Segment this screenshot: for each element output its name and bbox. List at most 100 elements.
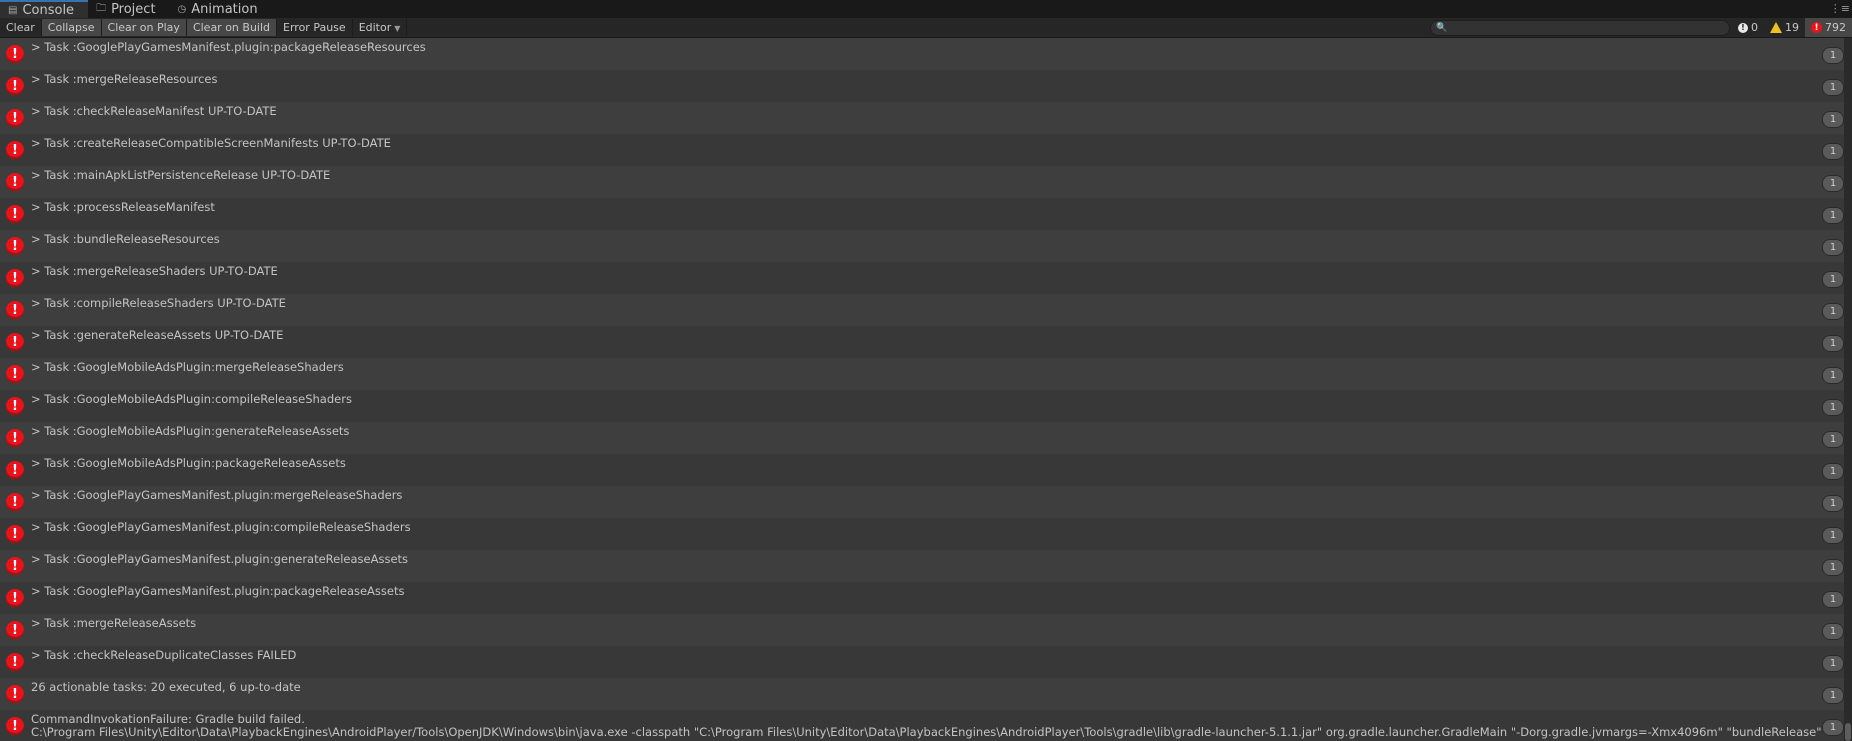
log-message: > Task :mergeReleaseAssets [31, 616, 197, 630]
error-icon: ! [6, 685, 24, 703]
error-icon: ! [6, 205, 24, 223]
log-entry[interactable]: ! > Task :createReleaseCompatibleScreenMa… [0, 134, 1852, 166]
collapse-count-badge: 1 [1822, 559, 1844, 576]
tab-project[interactable]: 🗀 Project [88, 0, 169, 18]
log-entry[interactable]: ! > Task :processReleaseManifest 1 [0, 198, 1852, 230]
log-message: > Task :mergeReleaseShaders UP-TO-DATE [31, 264, 278, 278]
error-pause-toggle[interactable]: Error Pause [277, 19, 353, 36]
clear-on-play-toggle[interactable]: Clear on Play [101, 19, 187, 36]
log-message: > Task :bundleReleaseResources [31, 232, 220, 246]
collapse-count-badge: 1 [1822, 399, 1844, 416]
scrollbar-thumb[interactable] [1845, 723, 1851, 741]
info-count: 0 [1751, 21, 1758, 34]
log-entry[interactable]: ! > Task :GoogleMobileAdsPlugin:mergeRele… [0, 358, 1852, 390]
log-message: > Task :generateReleaseAssets UP-TO-DATE [31, 328, 284, 342]
log-entry[interactable]: ! > Task :compileReleaseShaders UP-TO-DAT… [0, 294, 1852, 326]
log-entry[interactable]: ! > Task :GooglePlayGamesManifest.plugin:… [0, 550, 1852, 582]
window-tab-bar: ▤ Console 🗀 Project ◷ Animation ⋮≡ [0, 0, 1852, 18]
warning-icon [1770, 22, 1782, 33]
collapse-count-badge: 1 [1822, 655, 1844, 672]
log-message: > Task :GooglePlayGamesManifest.plugin:g… [31, 552, 409, 566]
editor-dropdown[interactable]: Editor ▼ [353, 19, 408, 36]
log-counts: ! 0 19 ! 792 [1732, 18, 1852, 37]
log-entry[interactable]: ! > Task :GooglePlayGamesManifest.plugin:… [0, 486, 1852, 518]
warning-filter-toggle[interactable]: 19 [1764, 18, 1805, 37]
log-entry[interactable]: ! > Task :GoogleMobileAdsPlugin:packageRe… [0, 454, 1852, 486]
log-message: > Task :checkReleaseDuplicateClasses FAI… [31, 648, 297, 662]
info-icon: ! [1738, 22, 1748, 33]
error-icon: ! [6, 621, 24, 639]
error-icon: ! [6, 397, 24, 415]
console-icon: ▤ [8, 4, 18, 16]
log-message: > Task :processReleaseManifest [31, 200, 215, 214]
log-message: 26 actionable tasks: 20 executed, 6 up-t… [31, 680, 301, 694]
error-icon: ! [6, 493, 24, 511]
log-entry[interactable]: ! > Task :generateReleaseAssets UP-TO-DAT… [0, 326, 1852, 358]
collapse-count-badge: 1 [1822, 335, 1844, 352]
error-icon: ! [6, 589, 24, 607]
log-entry[interactable]: ! > Task :GooglePlayGamesManifest.plugin:… [0, 582, 1852, 614]
console-toolbar: Clear Collapse Clear on Play Clear on Bu… [0, 18, 1852, 38]
log-message: > Task :checkReleaseManifest UP-TO-DATE [31, 104, 277, 118]
error-icon: ! [6, 717, 24, 735]
log-message: > Task :GooglePlayGamesManifest.plugin:c… [31, 520, 411, 534]
warning-count: 19 [1785, 21, 1799, 34]
error-icon: ! [6, 141, 24, 159]
error-count: 792 [1825, 21, 1846, 34]
error-icon: ! [6, 237, 24, 255]
error-icon: ! [6, 301, 24, 319]
log-entry[interactable]: ! > Task :GooglePlayGamesManifest.plugin:… [0, 38, 1852, 70]
log-entry[interactable]: ! > Task :checkReleaseManifest UP-TO-DATE… [0, 102, 1852, 134]
collapse-count-badge: 1 [1822, 687, 1844, 704]
console-log-list: ! > Task :GooglePlayGamesManifest.plugin:… [0, 38, 1852, 741]
chevron-down-icon: ▼ [394, 24, 401, 33]
search-icon: 🔍 [1436, 23, 1448, 33]
log-entry[interactable]: ! > Task :mergeReleaseShaders UP-TO-DATE 1 [0, 262, 1852, 294]
search-field[interactable]: 🔍 [1430, 20, 1730, 36]
window-menu-icon[interactable]: ⋮≡ [1830, 2, 1850, 15]
error-icon: ! [6, 45, 24, 63]
collapse-count-badge: 1 [1822, 143, 1844, 160]
editor-dropdown-label: Editor [358, 21, 392, 34]
log-entry[interactable]: ! 26 actionable tasks: 20 executed, 6 up-… [0, 678, 1852, 710]
log-message: > Task :GoogleMobileAdsPlugin:packageRel… [31, 456, 346, 470]
error-icon: ! [6, 461, 24, 479]
error-icon: ! [6, 109, 24, 127]
error-filter-toggle[interactable]: ! 792 [1805, 18, 1852, 37]
log-message: > Task :mainApkListPersistenceRelease UP… [31, 168, 331, 182]
clear-on-build-toggle[interactable]: Clear on Build [186, 19, 278, 36]
clear-button[interactable]: Clear [0, 19, 42, 36]
folder-icon: 🗀 [96, 2, 107, 14]
log-message: > Task :GooglePlayGamesManifest.plugin:m… [31, 488, 403, 502]
error-icon: ! [6, 269, 24, 287]
error-icon: ! [6, 173, 24, 191]
collapse-count-badge: 1 [1822, 303, 1844, 320]
log-entry[interactable]: ! > Task :mergeReleaseResources 1 [0, 70, 1852, 102]
log-entry[interactable]: ! CommandInvokationFailure: Gradle build … [0, 710, 1852, 741]
vertical-scrollbar[interactable] [1844, 38, 1852, 741]
log-entry[interactable]: ! > Task :GoogleMobileAdsPlugin:generateR… [0, 422, 1852, 454]
tab-animation[interactable]: ◷ Animation [170, 0, 272, 18]
error-icon: ! [6, 557, 24, 575]
error-icon: ! [6, 77, 24, 95]
log-entry[interactable]: ! > Task :bundleReleaseResources 1 [0, 230, 1852, 262]
log-message: > Task :GoogleMobileAdsPlugin:generateRe… [31, 424, 350, 438]
collapse-count-badge: 1 [1822, 239, 1844, 256]
error-icon: ! [6, 365, 24, 383]
error-icon: ! [6, 525, 24, 543]
log-entry[interactable]: ! > Task :checkReleaseDuplicateClasses FA… [0, 646, 1852, 678]
log-entry[interactable]: ! > Task :GoogleMobileAdsPlugin:compileRe… [0, 390, 1852, 422]
log-entry[interactable]: ! > Task :mainApkListPersistenceRelease U… [0, 166, 1852, 198]
log-message: > Task :GooglePlayGamesManifest.plugin:p… [31, 40, 426, 54]
collapse-count-badge: 1 [1822, 495, 1844, 512]
tab-console[interactable]: ▤ Console [0, 0, 89, 18]
collapse-count-badge: 1 [1822, 431, 1844, 448]
collapse-toggle[interactable]: Collapse [41, 19, 102, 36]
log-entry[interactable]: ! > Task :mergeReleaseAssets 1 [0, 614, 1852, 646]
info-filter-toggle[interactable]: ! 0 [1732, 18, 1764, 37]
collapse-count-badge: 1 [1822, 175, 1844, 192]
log-entry[interactable]: ! > Task :GooglePlayGamesManifest.plugin:… [0, 518, 1852, 550]
error-icon: ! [1811, 22, 1822, 33]
log-message: CommandInvokationFailure: Gradle build f… [31, 712, 1822, 739]
collapse-count-badge: 1 [1822, 207, 1844, 224]
